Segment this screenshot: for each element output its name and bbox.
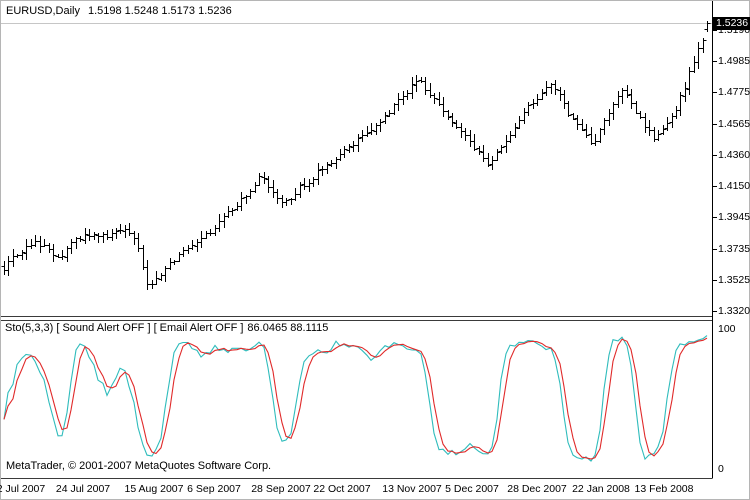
price-axis-label: 1.4360 [718, 148, 750, 161]
current-price-flag: 1.5236 [713, 16, 750, 30]
price-axis-label: 1.4565 [718, 117, 750, 130]
indicator-label: Sto(5,3,3) [ Sound Alert OFF ] [ Email A… [5, 322, 244, 334]
date-axis-label: 24 Jul 2007 [55, 483, 111, 495]
chart-canvas[interactable] [0, 0, 750, 500]
chart-window: EURUSD,Daily 1.5198 1.5248 1.5173 1.5236 … [0, 0, 750, 500]
date-scale[interactable]: 2 Jul 2007 24 Jul 2007 15 Aug 2007 6 Sep 20… [0, 481, 750, 500]
symbol-period-label: EURUSD,Daily [6, 5, 80, 17]
copyright-label: MetaTrader, © 2001-2007 MetaQuotes Softw… [6, 460, 272, 472]
indicator-scale[interactable]: 100 0 [713, 318, 750, 478]
indicator-values: 86.0465 88.1115 [247, 322, 329, 334]
price-axis-label: 1.4775 [718, 86, 750, 99]
price-axis-label: 1.4150 [718, 180, 750, 193]
date-axis-label: 22 Oct 2007 [313, 483, 371, 495]
chart-title: EURUSD,Daily 1.5198 1.5248 1.5173 1.5236 [6, 5, 232, 17]
indicator-axis-label: 100 [718, 323, 736, 336]
price-axis-label: 1.4985 [718, 54, 750, 67]
date-axis-label: 28 Dec 2007 [507, 483, 567, 495]
price-axis-label: 1.3320 [718, 304, 750, 317]
price-axis-label: 1.3945 [718, 210, 750, 223]
date-axis-label: 13 Nov 2007 [382, 483, 442, 495]
price-axis-label: 1.3735 [718, 242, 750, 255]
date-axis-label: 28 Sep 2007 [251, 483, 311, 495]
date-axis-label: 6 Sep 2007 [187, 483, 241, 495]
date-axis-label: 5 Dec 2007 [445, 483, 499, 495]
ohlc-values: 1.5198 1.5248 1.5173 1.5236 [87, 5, 232, 17]
date-axis-label: 2 Jul 2007 [0, 483, 46, 495]
indicator-title: Sto(5,3,3) [ Sound Alert OFF ] [ Email A… [5, 322, 328, 334]
date-axis-label: 22 Jan 2008 [572, 483, 630, 495]
date-axis-label: 15 Aug 2007 [124, 483, 184, 495]
indicator-axis-label: 0 [718, 462, 724, 475]
price-axis-label: 1.3525 [718, 274, 750, 287]
date-axis-label: 13 Feb 2008 [634, 483, 694, 495]
